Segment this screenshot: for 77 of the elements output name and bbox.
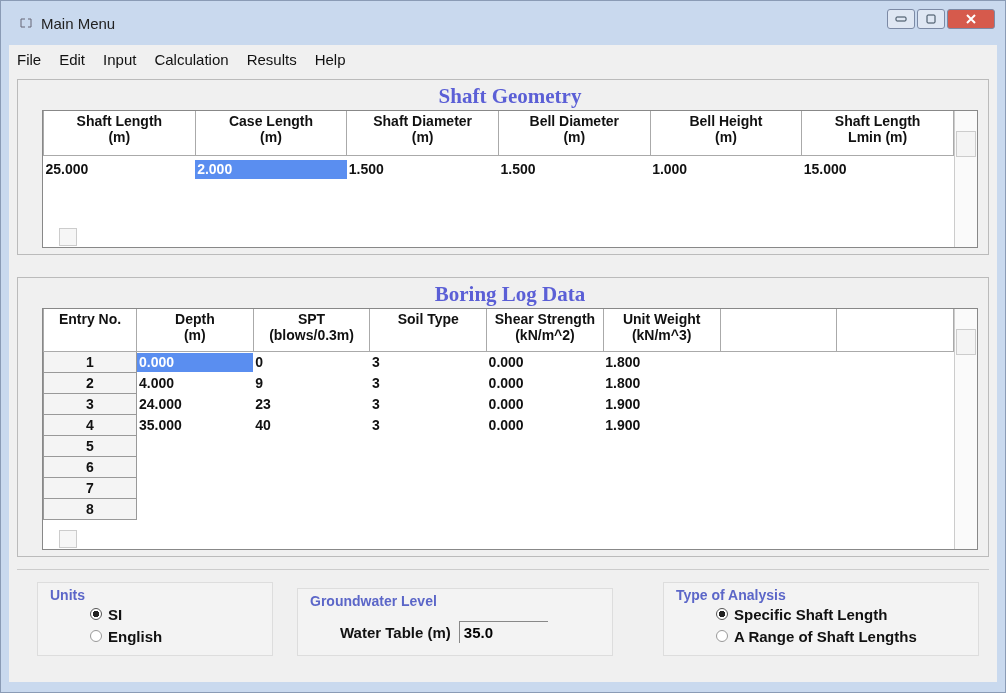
table-cell[interactable]: 1.500 — [498, 160, 651, 179]
table-cell[interactable]: 1.000 — [650, 160, 802, 179]
close-button[interactable] — [947, 9, 995, 29]
minimize-icon — [894, 15, 908, 23]
maximize-button[interactable] — [917, 9, 945, 29]
row-header[interactable]: 8 — [43, 498, 137, 520]
group-title: Type of Analysis — [676, 587, 787, 603]
menu-item[interactable]: Edit — [59, 50, 86, 68]
menu-item[interactable]: File — [17, 50, 42, 68]
radio-button[interactable] — [716, 608, 728, 620]
menu-item[interactable]: Help — [314, 50, 346, 68]
section-title: Shaft Geometry — [437, 83, 583, 110]
window-title: Main Menu — [41, 14, 116, 32]
column-header[interactable]: Shaft Diameter (m) — [346, 111, 499, 156]
menu-item[interactable]: Calculation — [154, 50, 229, 68]
table-cell[interactable]: 1.800 — [603, 352, 720, 372]
minimize-button[interactable] — [887, 9, 915, 29]
column-header[interactable]: Case Length (m) — [195, 111, 347, 156]
column-header[interactable]: Bell Diameter (m) — [498, 111, 651, 156]
table-cell[interactable]: 0.000 — [486, 373, 604, 393]
table-cell[interactable]: 1.900 — [603, 394, 720, 414]
table-cell[interactable]: 0.000 — [486, 394, 604, 414]
vertical-scrollbar[interactable] — [954, 309, 977, 549]
radio-button[interactable] — [90, 630, 102, 642]
row-header[interactable]: 6 — [43, 456, 137, 478]
table-cell[interactable]: 0.000 — [486, 415, 604, 435]
table-cell[interactable]: 35.000 — [137, 415, 254, 435]
radio-label[interactable]: English — [108, 627, 163, 645]
menu-item[interactable]: Results — [246, 50, 297, 68]
column-header[interactable]: Unit Weight (kN/m^3) — [603, 309, 720, 352]
table-cell[interactable]: 3 — [369, 415, 487, 435]
column-header[interactable] — [720, 309, 837, 352]
row-header[interactable]: 2 — [43, 372, 137, 394]
table-cell[interactable]: 0.000 — [486, 352, 604, 372]
radio-label[interactable]: Specific Shaft Length — [734, 605, 888, 623]
table-cell[interactable]: 4.000 — [137, 373, 254, 393]
column-header[interactable]: Bell Height (m) — [650, 111, 802, 156]
row-header[interactable]: 7 — [43, 477, 137, 499]
table-cell[interactable]: 9 — [253, 373, 370, 393]
table-cell[interactable]: 1.900 — [603, 415, 720, 435]
field-label: Water Table (m) — [340, 623, 451, 641]
column-header[interactable]: Shaft Length Lmin (m) — [801, 111, 954, 156]
radio-button[interactable] — [716, 630, 728, 642]
column-header[interactable]: Shaft Length (m) — [43, 111, 196, 156]
table-cell[interactable]: 25.000 — [43, 160, 196, 179]
column-header[interactable]: Soil Type — [369, 309, 487, 352]
table-cell[interactable]: 1.800 — [603, 373, 720, 393]
window-icon — [19, 17, 33, 29]
table-cell[interactable]: 15.000 — [801, 160, 954, 179]
close-icon — [963, 14, 979, 24]
column-header[interactable]: Shear Strength (kN/m^2) — [486, 309, 604, 352]
input-field[interactable]: 35.0 — [458, 621, 548, 643]
vertical-scrollbar[interactable] — [954, 111, 977, 247]
column-header[interactable]: Depth (m) — [136, 309, 254, 352]
table-cell[interactable]: 1.500 — [346, 160, 499, 179]
table-cell[interactable]: 3 — [369, 373, 487, 393]
table-cell[interactable]: 40 — [253, 415, 370, 435]
group-title: Units — [50, 587, 86, 603]
column-header[interactable] — [836, 309, 954, 352]
menu-item[interactable]: Input — [103, 50, 137, 68]
row-header[interactable]: 4 — [43, 414, 137, 436]
radio-label[interactable]: A Range of Shaft Lengths — [734, 627, 917, 645]
group-title: Groundwater Level — [310, 593, 438, 609]
row-header[interactable]: 3 — [43, 393, 137, 415]
table-cell[interactable]: 3 — [369, 394, 487, 414]
table-cell[interactable]: 23 — [253, 394, 370, 414]
radio-button[interactable] — [90, 608, 102, 620]
column-header[interactable]: SPT (blows/0.3m) — [253, 309, 370, 352]
table-cell[interactable]: 24.000 — [137, 394, 254, 414]
row-header[interactable]: 5 — [43, 435, 137, 457]
table-cell[interactable]: 3 — [369, 352, 487, 372]
column-header[interactable]: Entry No. — [43, 309, 137, 352]
row-header[interactable]: 1 — [43, 351, 137, 373]
radio-label[interactable]: SI — [108, 605, 123, 623]
table-cell[interactable]: 0 — [253, 352, 370, 372]
section-title: Boring Log Data — [433, 281, 587, 308]
maximize-icon — [924, 13, 938, 25]
